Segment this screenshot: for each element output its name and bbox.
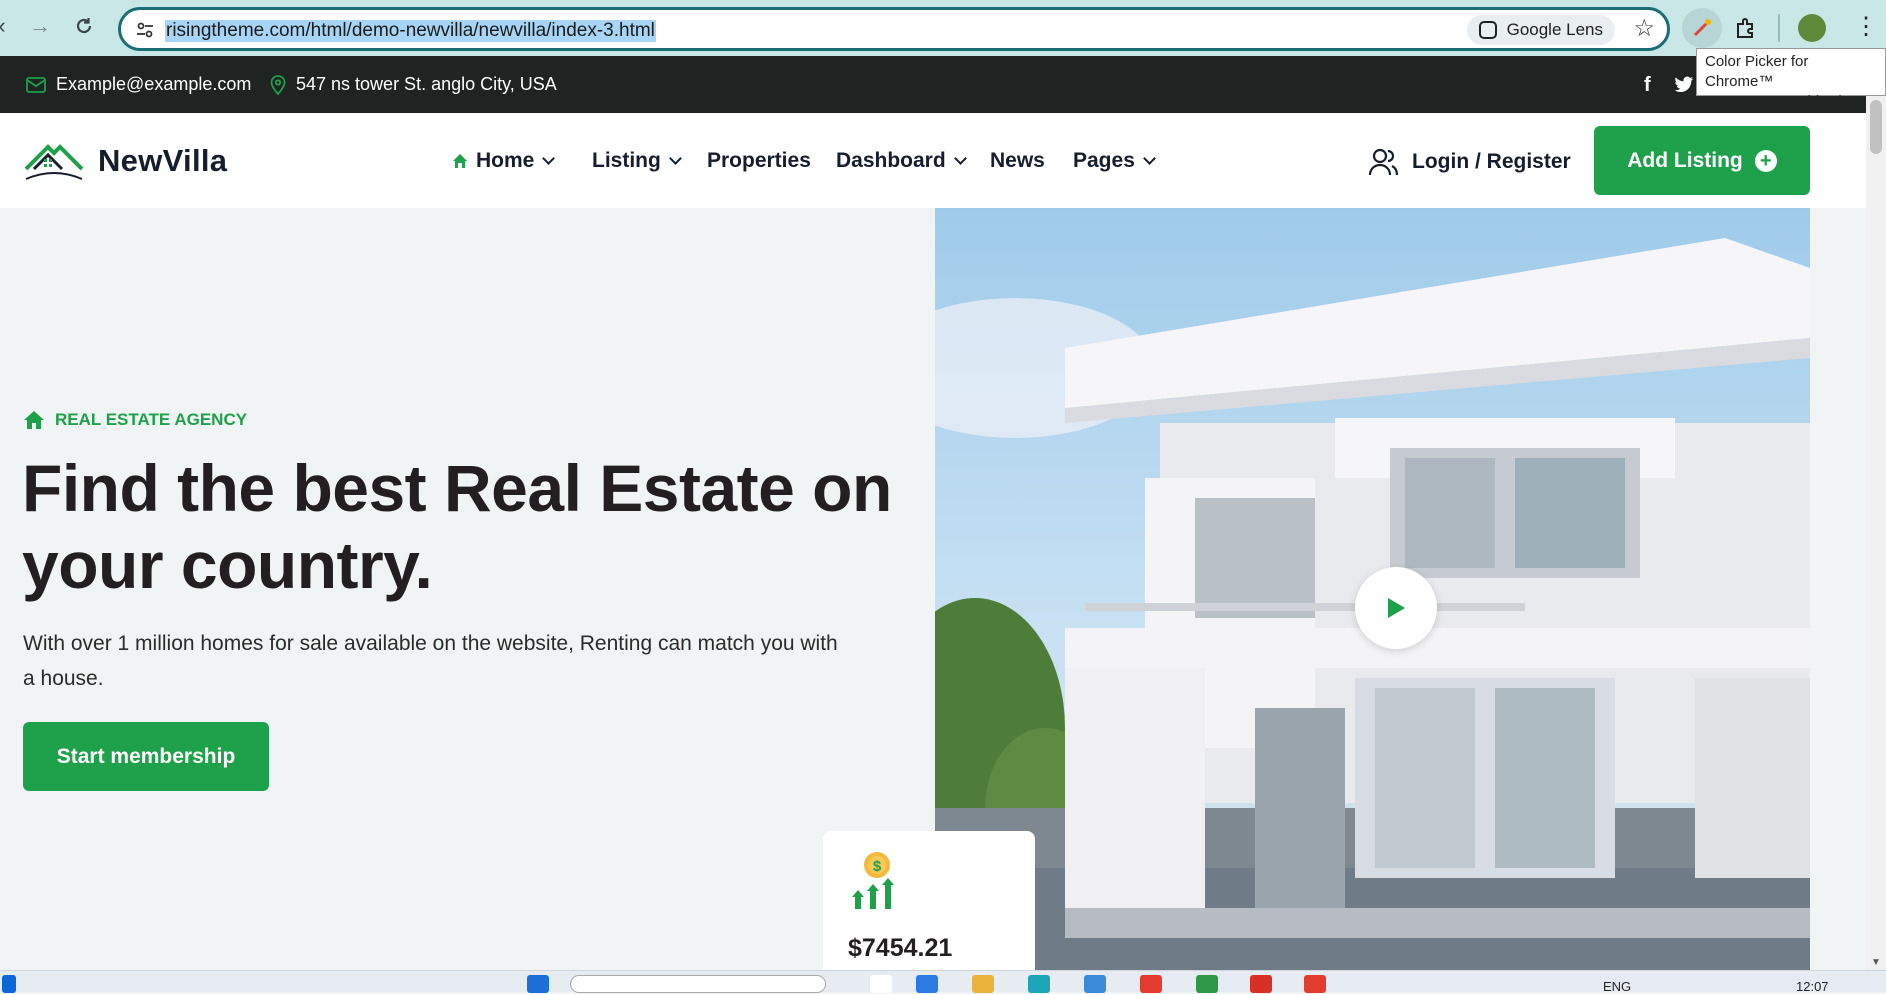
nav-news[interactable]: News: [990, 149, 1045, 173]
color-picker-extension-icon[interactable]: [1682, 8, 1722, 48]
hero-eyebrow: REAL ESTATE AGENCY: [23, 410, 247, 430]
extensions-area: ⋮: [1682, 8, 1882, 48]
address-bar[interactable]: risingtheme.com/html/demo-newvilla/newvi…: [118, 7, 1670, 51]
browser-menu-icon[interactable]: ⋮: [1854, 12, 1878, 41]
email-text: Example@example.com: [56, 74, 252, 94]
start-membership-label: Start membership: [56, 744, 236, 768]
chevron-down-icon: [668, 152, 682, 165]
app-icon-1[interactable]: [916, 975, 938, 993]
app-icon-3[interactable]: [1304, 975, 1326, 993]
app-icon-2[interactable]: [1140, 975, 1162, 993]
nav-dashboard-label: Dashboard: [836, 149, 946, 172]
house-logo-icon: [24, 144, 84, 180]
login-label: Login / Register: [1412, 150, 1571, 173]
store-icon[interactable]: [1084, 975, 1106, 993]
profile-avatar[interactable]: [1798, 14, 1826, 42]
growth-chart-icon: $: [852, 852, 894, 909]
toolbar-divider: [1778, 14, 1780, 42]
svg-text:$: $: [873, 858, 882, 875]
add-listing-button[interactable]: Add Listing +: [1594, 126, 1810, 195]
windows-taskbar: ENG 12:07: [0, 970, 1886, 994]
file-explorer-icon[interactable]: [972, 975, 994, 993]
scroll-down-arrow-icon[interactable]: ▼: [1871, 957, 1881, 968]
tooltip-line1: Color Picker for Chrome™: [1705, 53, 1809, 90]
hero-subtext: With over 1 million homes for sale avail…: [23, 632, 838, 690]
windows-logo-icon[interactable]: [527, 975, 549, 993]
nav-pages[interactable]: Pages: [1073, 149, 1156, 173]
topbar-email[interactable]: Example@example.com: [26, 74, 251, 95]
chevron-down-icon: [1143, 152, 1156, 165]
extension-tooltip: Color Picker for Chrome™ Has access to t…: [1696, 48, 1886, 110]
nav-home[interactable]: Home: [452, 149, 556, 173]
reload-icon[interactable]: [68, 10, 100, 42]
start-membership-button[interactable]: Start membership: [23, 722, 269, 791]
nav-home-label: Home: [476, 149, 535, 172]
chrome-icon[interactable]: [1196, 975, 1218, 993]
stat-value: $7454.21: [848, 934, 953, 962]
plus-circle-icon: +: [1754, 149, 1777, 172]
gmail-icon[interactable]: [1250, 975, 1272, 993]
hero-headline: Find the best Real Estate on your countr…: [22, 451, 892, 602]
login-register-link[interactable]: Login / Register: [1368, 147, 1571, 177]
taskbar-search-box[interactable]: [570, 975, 826, 993]
url-text[interactable]: risingtheme.com/html/demo-newvilla/newvi…: [165, 20, 656, 42]
chevron-down-icon: [953, 152, 967, 165]
facebook-icon[interactable]: f: [1644, 74, 1651, 97]
nav-properties-label: Properties: [707, 149, 811, 172]
chevron-down-icon: [542, 152, 556, 165]
nav-pages-label: Pages: [1073, 149, 1135, 172]
nav-properties[interactable]: Properties: [707, 149, 811, 173]
nav-listing-label: Listing: [592, 149, 661, 172]
top-info-bar: Example@example.com 547 ns tower St. ang…: [0, 56, 1886, 113]
logo-text: NewVilla: [98, 143, 228, 178]
nav-dashboard[interactable]: Dashboard: [836, 149, 967, 173]
add-listing-label: Add Listing: [1627, 148, 1743, 172]
stat-card: $ $7454.21: [823, 831, 1035, 976]
lens-icon: [1478, 21, 1497, 39]
start-menu-icon[interactable]: [2, 975, 16, 993]
google-lens-label: Google Lens: [1506, 20, 1603, 39]
mail-icon: [26, 76, 46, 93]
nav-listing[interactable]: Listing: [592, 149, 682, 173]
user-icon: [1368, 148, 1399, 176]
forward-icon[interactable]: →: [24, 10, 56, 42]
topbar-address[interactable]: 547 ns tower St. anglo City, USA: [270, 74, 557, 95]
twitter-icon[interactable]: [1674, 76, 1694, 97]
hero-eyebrow-text: REAL ESTATE AGENCY: [55, 410, 248, 429]
home-icon: [24, 411, 44, 429]
extensions-puzzle-icon[interactable]: [1734, 16, 1758, 45]
address-text: 547 ns tower St. anglo City, USA: [296, 74, 557, 94]
back-icon[interactable]: ‹: [0, 10, 18, 42]
browser-toolbar: ‹ → risingtheme.com/html/demo-newvilla/n…: [0, 0, 1886, 56]
site-info-icon[interactable]: [135, 20, 155, 45]
nav-news-label: News: [990, 149, 1045, 172]
play-icon: [1388, 598, 1405, 618]
logo[interactable]: NewVilla: [24, 139, 227, 183]
site-header: NewVilla Home Listing Properties Dashboa…: [0, 113, 1866, 208]
task-view-icon[interactable]: [870, 975, 892, 993]
bookmark-star-icon[interactable]: ☆: [1633, 14, 1655, 43]
page-scrollbar[interactable]: ▼: [1866, 96, 1886, 970]
google-lens-button[interactable]: Google Lens: [1466, 15, 1615, 45]
edge-icon[interactable]: [1028, 975, 1050, 993]
location-pin-icon: [270, 74, 286, 95]
play-video-button[interactable]: [1355, 567, 1437, 649]
tooltip-line2: Has access to this site: [1705, 93, 1855, 110]
home-icon: [453, 154, 467, 168]
